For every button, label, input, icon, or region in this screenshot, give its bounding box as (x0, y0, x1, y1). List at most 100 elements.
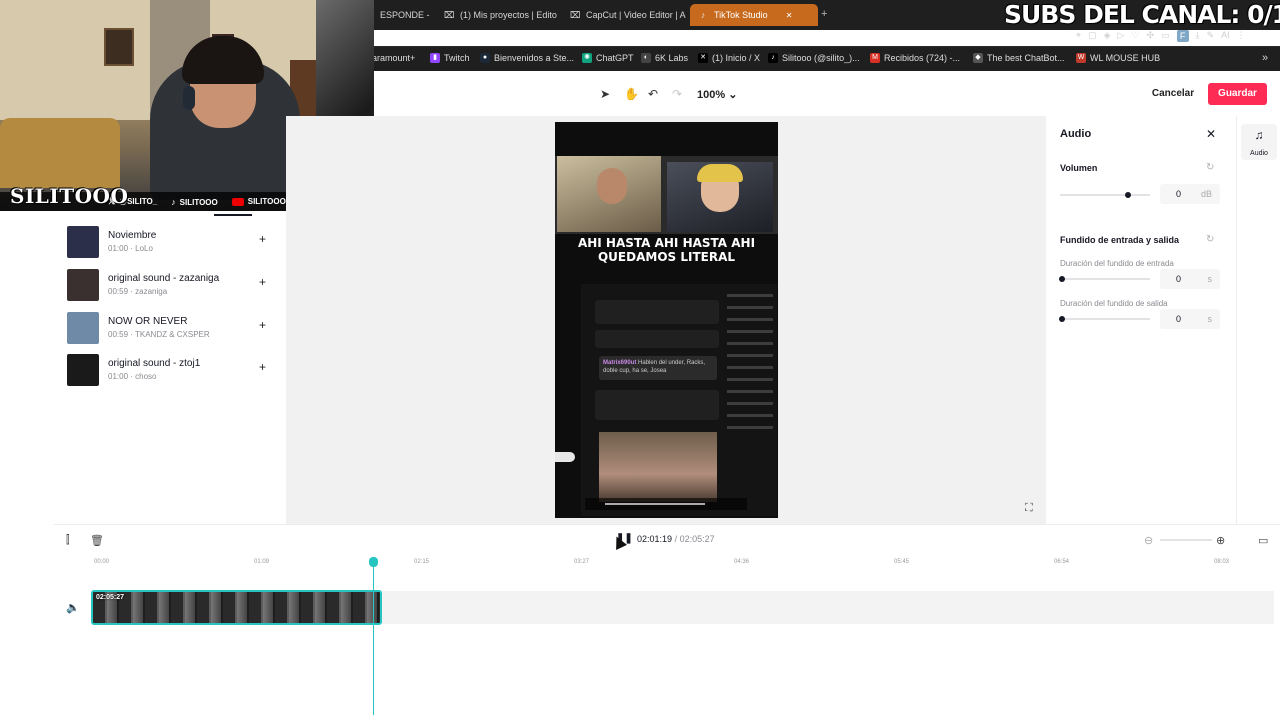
timeline-zoom-slider[interactable] (1160, 539, 1212, 541)
video-preview[interactable]: AHI HASTA AHI HASTA AHI QUEDAMOS LITERAL… (555, 122, 778, 518)
close-tab-icon[interactable]: ✕ (786, 11, 793, 20)
list-item[interactable]: original sound - zazaniga 00:59 · zazani… (67, 269, 277, 301)
puzzle-icon[interactable]: ✣ (1147, 30, 1155, 44)
undo-icon[interactable]: ↶ (648, 87, 658, 101)
video-clip[interactable]: 02:05:27 (91, 590, 382, 625)
select-tool-icon[interactable]: ➤ (600, 87, 610, 101)
bookmark-label: Recibidos (724) -... (884, 53, 961, 63)
slider-knob[interactable] (1059, 276, 1065, 282)
bookmark-label: (1) Inicio / X (712, 53, 761, 63)
hand-tool-icon[interactable]: ✋ (624, 87, 639, 101)
ruler-label: 08:03 (1214, 559, 1230, 565)
play-icon[interactable]: ▷ (1118, 30, 1125, 44)
fade-label: Fundido de entrada y salida (1060, 235, 1180, 245)
track-meta: 00:59 · zazaniga (108, 287, 168, 296)
ruler-label: 03:27 (574, 559, 590, 565)
reset-icon[interactable]: ↻ (1206, 234, 1214, 245)
preview-photo (599, 432, 717, 502)
cam-logo: SILITOOO (10, 184, 129, 208)
steam-icon: ● (480, 53, 490, 63)
list-item[interactable]: NOW OR NEVER 00:59 · TKANDZ & CXSPER + (67, 312, 277, 344)
ai-button[interactable]: AI (1221, 30, 1230, 44)
comment-icon[interactable]: ▭ (1258, 534, 1268, 547)
headset (183, 86, 195, 110)
add-track-icon[interactable]: + (259, 232, 266, 246)
cancel-button[interactable]: Cancelar (1143, 83, 1203, 105)
bookmark-6k-labs[interactable]: ◐ 6K Labs (641, 53, 688, 63)
track-cover (67, 354, 99, 386)
fade-out-label: Duración del fundido de salida (1060, 299, 1168, 308)
tab-label: TikTok Studio (714, 10, 768, 20)
bookmark-x[interactable]: ✕ (1) Inicio / X (698, 53, 760, 63)
browser-tab-tiktok-studio[interactable]: ♪ TikTok Studio ✕ (690, 4, 818, 26)
track-title: original sound - ztoj1 (108, 358, 201, 369)
tiktok-icon: ♪ (768, 53, 778, 63)
split-icon[interactable]: ⫿ (66, 534, 70, 547)
fullscreen-icon[interactable]: ⛶ (1025, 502, 1033, 515)
browser-tab-mis-proyectos[interactable]: ⌧ (1) Mis proyectos | Edito (436, 4, 558, 26)
audio-tool-button[interactable]: ♫ Audio (1241, 124, 1277, 160)
add-track-icon[interactable]: + (259, 275, 266, 289)
slider-knob[interactable] (1124, 192, 1131, 198)
sidebar-icon[interactable]: ▭ (1161, 30, 1170, 44)
youtube-handle: SILITOOO (231, 197, 286, 206)
more-bookmarks-icon[interactable]: » (1262, 52, 1268, 64)
zoom-select[interactable]: 100% ⌄ (697, 88, 737, 101)
fade-in-slider[interactable] (1059, 276, 1150, 282)
screenshot-icon[interactable]: ▢ (1088, 30, 1097, 44)
volume-slider[interactable] (1060, 192, 1150, 198)
bookmark-chatgpt[interactable]: ✺ ChatGPT (582, 53, 634, 63)
download-icon[interactable]: ⤓ (1196, 30, 1200, 44)
extension-icon[interactable]: ⌖ (1076, 30, 1081, 44)
new-tab-icon[interactable]: + (821, 8, 827, 20)
track-cover (67, 269, 99, 301)
add-track-icon[interactable]: + (259, 360, 266, 374)
track-meta: 01:00 · choso (108, 372, 157, 381)
browser-tab-esponde[interactable]: ESPONDE - C (372, 4, 432, 26)
bookmark-label: aramount+ (372, 53, 416, 63)
bookmark-wl-mouse[interactable]: W WL MOUSE HUB (1076, 53, 1160, 63)
bookmark-paramount[interactable]: aramount+ (372, 53, 415, 63)
armchair (0, 118, 120, 188)
volume-input[interactable]: 0 dB (1160, 184, 1220, 204)
fade-out-input[interactable]: 0 s (1160, 309, 1220, 329)
timeline: ⫿ 🗑 ❚❚ 02:01:19 / 02:05:27 ⊖ ⊕ ▭ 00:00 0… (54, 524, 1280, 720)
menu-icon[interactable]: ⋮ (1237, 30, 1246, 44)
heart-icon[interactable]: ♡ (1131, 30, 1139, 44)
playhead-handle[interactable] (369, 557, 378, 567)
redo-icon[interactable]: ↷ (672, 87, 682, 101)
bookmark-chatbot[interactable]: ◆ The best ChatBot... (973, 53, 1065, 63)
zoom-out-icon[interactable]: ⊖ (1144, 534, 1153, 547)
list-item[interactable]: original sound - ztoj1 01:00 · choso + (67, 354, 277, 386)
speaker-icon[interactable]: 🔈 (66, 601, 80, 614)
list-item[interactable]: Noviembre 01:00 · LoLo + (67, 226, 277, 258)
profile-avatar[interactable]: F (1176, 30, 1189, 42)
delete-icon[interactable]: 🗑 (90, 534, 104, 547)
bookmark-label: The best ChatBot... (987, 53, 1065, 63)
bookmark-tiktok[interactable]: ♪ Silitooo (@silito_)... (768, 53, 860, 63)
volume-label: Volumen (1060, 163, 1098, 173)
fade-out-slider[interactable] (1059, 316, 1150, 322)
browser-tab-capcut[interactable]: ⌧ CapCut | Video Editor | AI (562, 4, 686, 26)
preview-webcam-right (667, 162, 773, 232)
fade-in-input[interactable]: 0 s (1160, 269, 1220, 289)
playhead[interactable] (369, 557, 378, 715)
shield-icon[interactable]: ◈ (1104, 30, 1111, 44)
save-button[interactable]: Guardar (1208, 83, 1267, 105)
bookmark-steam[interactable]: ● Bienvenidos a Ste... (480, 53, 574, 63)
close-icon[interactable]: ✕ (1206, 127, 1216, 141)
slider-knob[interactable] (1059, 316, 1065, 322)
bookmark-label: 6K Labs (655, 53, 689, 63)
audio-panel: Audio ✕ Volumen ↻ 0 dB Fundido de entrad… (1046, 116, 1236, 524)
track-meta: 01:00 · LoLo (108, 244, 153, 253)
tool-rail: ♫ Audio (1236, 116, 1280, 524)
add-track-icon[interactable]: + (259, 318, 266, 332)
pin-icon[interactable]: ✎ (1207, 30, 1215, 44)
track-title: Noviembre (108, 230, 157, 241)
zoom-in-icon[interactable]: ⊕ (1216, 534, 1225, 547)
bookmark-gmail[interactable]: M Recibidos (724) -... (870, 53, 960, 63)
bookmark-twitch[interactable]: ▮ Twitch (430, 53, 470, 63)
reset-icon[interactable]: ↻ (1206, 162, 1214, 173)
capcut-icon: ⌧ (570, 9, 581, 20)
track-meta: 00:59 · TKANDZ & CXSPER (108, 330, 210, 339)
